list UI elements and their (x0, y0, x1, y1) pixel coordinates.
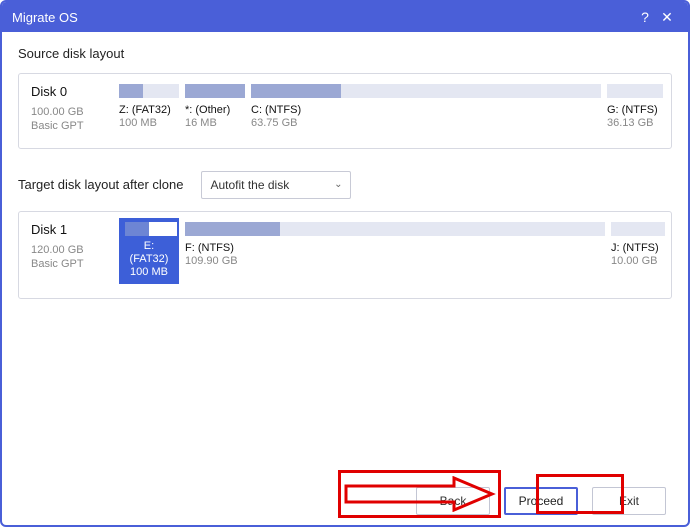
partition-z[interactable]: Z: (FAT32) 100 MB (119, 84, 179, 129)
autofit-dropdown[interactable]: Autofit the disk ⌄ (201, 171, 351, 199)
partition-other[interactable]: *: (Other) 16 MB (185, 84, 245, 129)
disk-size: 100.00 GB (31, 105, 109, 119)
window-title: Migrate OS (12, 10, 634, 25)
target-partitions: E: (FAT32) 100 MB F: (NTFS) 109.90 GB J:… (119, 222, 665, 284)
back-button[interactable]: Back (416, 487, 490, 515)
partition-e-selected[interactable]: E: (FAT32) 100 MB (119, 218, 179, 284)
disk-name: Disk 1 (31, 222, 109, 237)
close-icon[interactable]: ✕ (656, 9, 678, 26)
chevron-down-icon: ⌄ (334, 179, 342, 190)
dropdown-value: Autofit the disk (210, 178, 289, 192)
target-disk-panel: Disk 1 120.00 GB Basic GPT E: (FAT32) 10… (18, 211, 672, 299)
help-icon[interactable]: ? (634, 9, 656, 25)
partition-f[interactable]: F: (NTFS) 109.90 GB (185, 222, 605, 267)
target-header-row: Target disk layout after clone Autofit t… (18, 171, 672, 199)
partition-g[interactable]: G: (NTFS) 36.13 GB (607, 84, 663, 129)
content-area: Source disk layout Disk 0 100.00 GB Basi… (2, 32, 688, 477)
disk-type: Basic GPT (31, 119, 109, 133)
titlebar: Migrate OS ? ✕ (2, 2, 688, 32)
target-section-label: Target disk layout after clone (18, 177, 183, 192)
disk-name: Disk 0 (31, 84, 109, 99)
source-disk-info: Disk 0 100.00 GB Basic GPT (31, 84, 109, 134)
disk-size: 120.00 GB (31, 243, 109, 257)
source-disk-panel: Disk 0 100.00 GB Basic GPT Z: (FAT32) 10… (18, 73, 672, 149)
partition-c[interactable]: C: (NTFS) 63.75 GB (251, 84, 601, 129)
migrate-os-window: Migrate OS ? ✕ Source disk layout Disk 0… (0, 0, 690, 527)
partition-j[interactable]: J: (NTFS) 10.00 GB (611, 222, 665, 267)
exit-button[interactable]: Exit (592, 487, 666, 515)
footer: Back Proceed Exit (2, 477, 688, 525)
source-partitions: Z: (FAT32) 100 MB *: (Other) 16 MB C: (N… (119, 84, 663, 129)
source-section-label: Source disk layout (18, 46, 672, 61)
disk-type: Basic GPT (31, 257, 109, 271)
proceed-button[interactable]: Proceed (504, 487, 578, 515)
target-disk-info: Disk 1 120.00 GB Basic GPT (31, 222, 109, 272)
